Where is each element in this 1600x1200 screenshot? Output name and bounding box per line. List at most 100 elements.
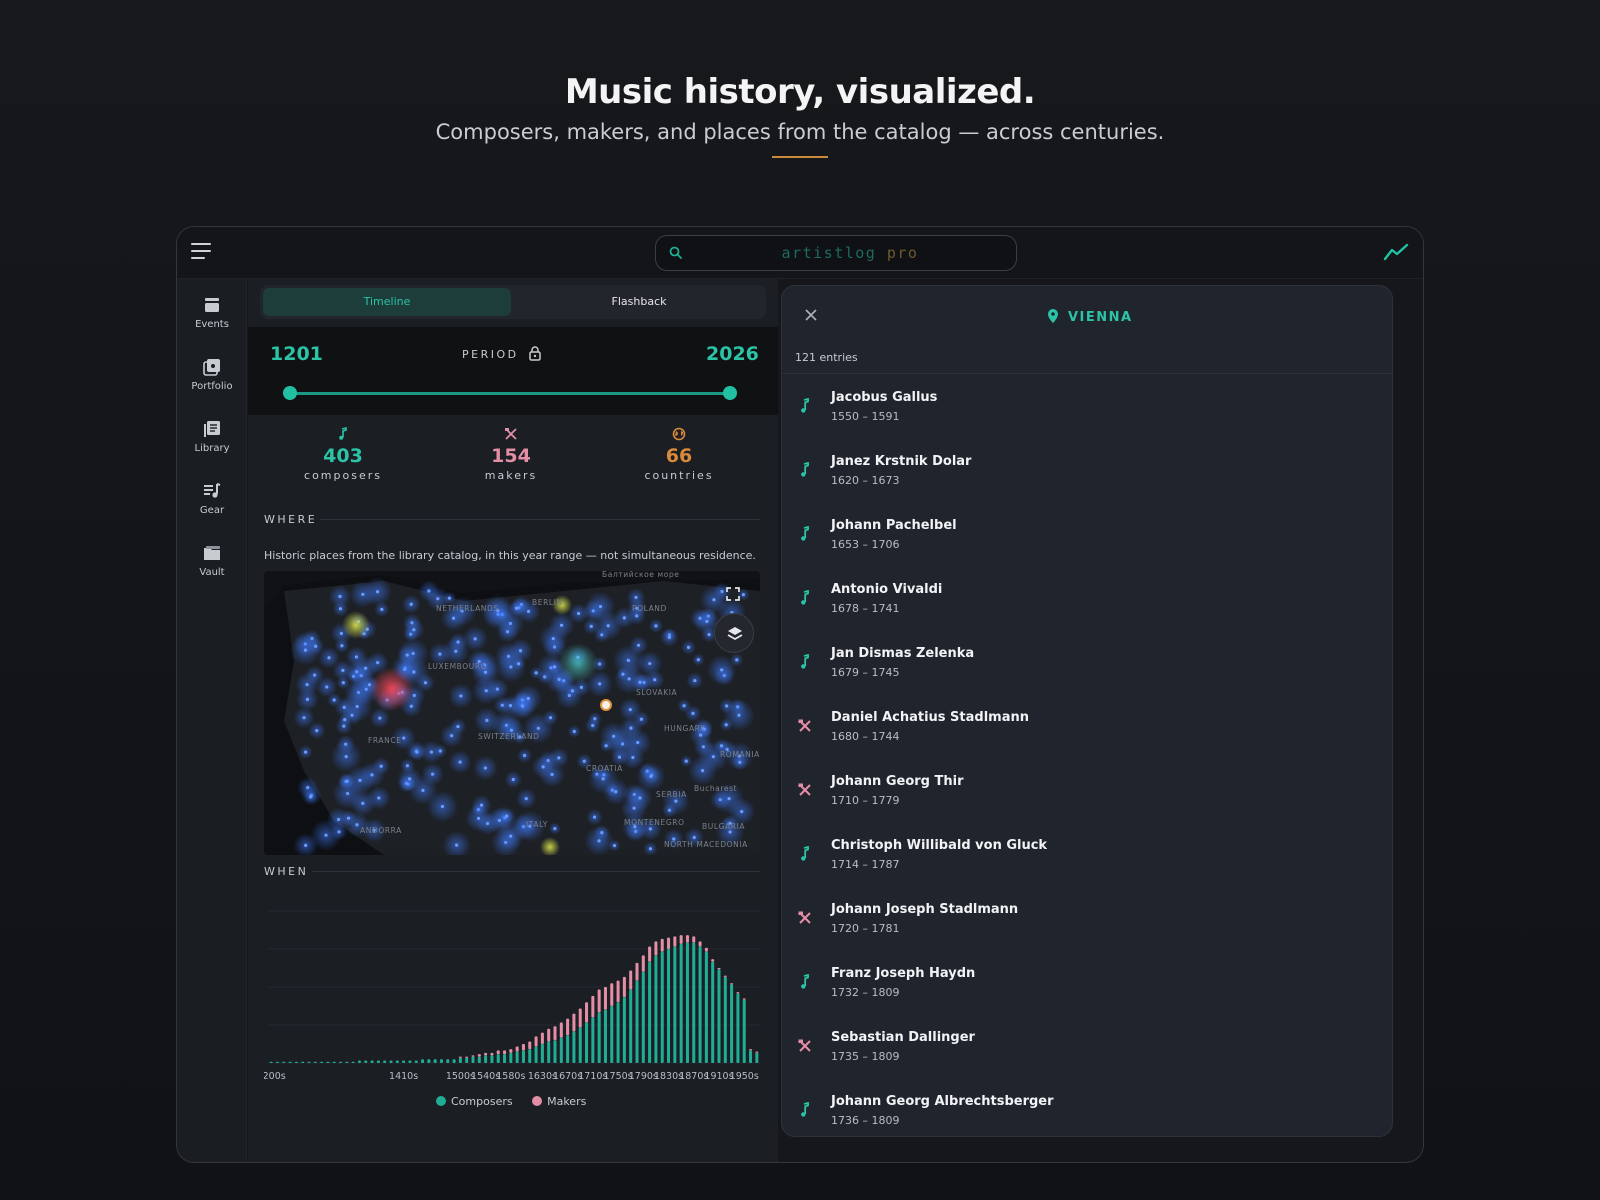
bar-makers[interactable]	[572, 1013, 576, 1032]
list-item[interactable]: Jan Dismas Zelenka 1679 – 1745	[782, 638, 1392, 702]
bar-makers[interactable]	[496, 1050, 500, 1055]
bar-makers[interactable]	[509, 1049, 513, 1053]
bar-composers[interactable]	[376, 1060, 380, 1063]
bar-composers[interactable]	[332, 1061, 336, 1063]
list-item[interactable]: Antonio Vivaldi 1678 – 1741	[782, 574, 1392, 638]
slider-thumb-end[interactable]	[723, 386, 737, 400]
bar-makers[interactable]	[477, 1054, 481, 1057]
bar-composers[interactable]	[660, 951, 664, 1063]
bar-composers[interactable]	[452, 1059, 456, 1063]
bar-makers[interactable]	[591, 995, 595, 1018]
bar-composers[interactable]	[465, 1057, 469, 1063]
bar-makers[interactable]	[471, 1055, 475, 1057]
sidebar-item-events[interactable]: Events	[177, 295, 247, 351]
bar-makers[interactable]	[603, 987, 607, 1010]
bar-composers[interactable]	[389, 1060, 393, 1063]
bar-composers[interactable]	[723, 976, 727, 1063]
bar-makers[interactable]	[673, 936, 677, 947]
bar-composers[interactable]	[648, 961, 652, 1063]
bar-composers[interactable]	[578, 1027, 582, 1063]
bar-makers[interactable]	[635, 962, 639, 981]
bar-composers[interactable]	[698, 946, 702, 1063]
bar-composers[interactable]	[730, 984, 734, 1063]
bar-composers[interactable]	[742, 999, 746, 1063]
bar-makers[interactable]	[641, 955, 645, 972]
bar-composers[interactable]	[622, 997, 626, 1063]
bar-composers[interactable]	[275, 1061, 279, 1063]
bar-composers[interactable]	[446, 1059, 450, 1063]
bar-composers[interactable]	[294, 1061, 298, 1063]
legend-item-composers[interactable]: Composers	[436, 1095, 513, 1108]
bar-composers[interactable]	[471, 1056, 475, 1063]
bar-makers[interactable]	[629, 970, 633, 990]
bar-composers[interactable]	[641, 971, 645, 1063]
bar-composers[interactable]	[679, 943, 683, 1063]
bar-composers[interactable]	[566, 1035, 570, 1063]
bar-composers[interactable]	[496, 1054, 500, 1063]
bar-makers[interactable]	[654, 941, 658, 956]
bar-makers[interactable]	[559, 1022, 563, 1038]
list-item[interactable]: Johann Joseph Stadlmann 1720 – 1781	[782, 894, 1392, 958]
bar-composers[interactable]	[717, 969, 721, 1063]
bar-composers[interactable]	[383, 1060, 387, 1063]
bar-makers[interactable]	[503, 1050, 507, 1055]
bar-composers[interactable]	[421, 1059, 425, 1063]
bar-composers[interactable]	[572, 1031, 576, 1063]
bar-makers[interactable]	[711, 959, 715, 962]
bar-composers[interactable]	[484, 1055, 488, 1063]
bar-makers[interactable]	[553, 1026, 557, 1041]
bar-makers[interactable]	[717, 968, 721, 970]
bar-composers[interactable]	[704, 951, 708, 1063]
bar-composers[interactable]	[755, 1052, 759, 1063]
bar-composers[interactable]	[654, 955, 658, 1063]
bar-composers[interactable]	[288, 1061, 292, 1063]
bar-makers[interactable]	[698, 941, 702, 947]
bar-composers[interactable]	[503, 1054, 507, 1063]
bar-makers[interactable]	[458, 1056, 462, 1058]
list-item[interactable]: Christoph Willibald von Gluck 1714 – 1787	[782, 830, 1392, 894]
lock-icon[interactable]	[528, 345, 542, 361]
list-item[interactable]: Jacobus Gallus 1550 – 1591	[782, 382, 1392, 446]
bar-composers[interactable]	[307, 1061, 311, 1063]
bar-makers[interactable]	[730, 983, 734, 985]
bar-makers[interactable]	[490, 1052, 494, 1056]
bar-composers[interactable]	[427, 1059, 431, 1063]
bar-composers[interactable]	[370, 1060, 374, 1063]
bar-composers[interactable]	[509, 1052, 513, 1063]
bar-makers[interactable]	[667, 937, 671, 949]
bar-composers[interactable]	[585, 1022, 589, 1063]
bar-composers[interactable]	[521, 1050, 525, 1063]
slider-thumb-start[interactable]	[283, 386, 297, 400]
list-item[interactable]: Janez Krstnik Dolar 1620 – 1673	[782, 446, 1392, 510]
bar-composers[interactable]	[408, 1060, 412, 1063]
bar-composers[interactable]	[458, 1057, 462, 1063]
bar-makers[interactable]	[585, 1002, 589, 1023]
bar-composers[interactable]	[339, 1061, 343, 1063]
bar-composers[interactable]	[477, 1056, 481, 1063]
sidebar-item-gear[interactable]: Gear	[177, 481, 247, 537]
bar-makers[interactable]	[692, 936, 696, 943]
bar-composers[interactable]	[610, 1006, 614, 1063]
bar-makers[interactable]	[723, 975, 727, 977]
bar-composers[interactable]	[749, 1050, 753, 1063]
bar-makers[interactable]	[749, 1049, 753, 1051]
bar-makers[interactable]	[610, 983, 614, 1006]
map-layers-button[interactable]	[714, 613, 754, 653]
bar-composers[interactable]	[402, 1060, 406, 1063]
tab-timeline[interactable]: Timeline	[263, 288, 511, 316]
trend-chart-icon[interactable]	[1383, 241, 1409, 263]
legend-item-makers[interactable]: Makers	[532, 1095, 586, 1108]
bar-composers[interactable]	[490, 1055, 494, 1063]
bar-composers[interactable]	[326, 1061, 330, 1063]
bar-composers[interactable]	[528, 1049, 532, 1063]
bar-makers[interactable]	[622, 976, 626, 998]
bar-composers[interactable]	[597, 1012, 601, 1063]
bar-composers[interactable]	[364, 1060, 368, 1063]
bar-makers[interactable]	[742, 998, 746, 1000]
search-input[interactable]	[690, 240, 1010, 266]
heat-map[interactable]: Балтийское море BERLIN POLAND NETHERLANDS LU…	[264, 571, 760, 855]
bar-composers[interactable]	[667, 949, 671, 1063]
sidebar-item-vault[interactable]: Vault	[177, 543, 247, 599]
bar-composers[interactable]	[692, 942, 696, 1063]
bar-composers[interactable]	[414, 1060, 418, 1063]
